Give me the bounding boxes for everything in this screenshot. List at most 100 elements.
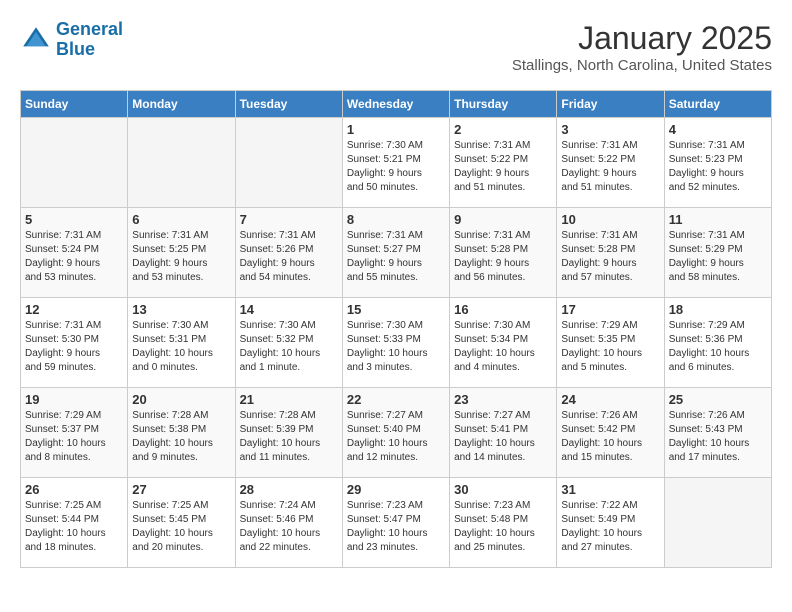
calendar-cell: 25 Sunrise: 7:26 AM Sunset: 5:43 PM Dayli… (664, 388, 771, 478)
day-info: Sunrise: 7:30 AM Sunset: 5:33 PM Dayligh… (347, 319, 445, 375)
day-number: 13 (132, 302, 230, 317)
month-title: January 2025 (512, 20, 772, 57)
day-number: 17 (561, 302, 659, 317)
day-number: 19 (25, 392, 123, 407)
day-info: Sunrise: 7:31 AM Sunset: 5:23 PM Dayligh… (669, 139, 767, 195)
col-header-friday: Friday (557, 91, 664, 118)
col-header-tuesday: Tuesday (235, 91, 342, 118)
day-number: 29 (347, 482, 445, 497)
day-number: 6 (132, 212, 230, 227)
day-number: 11 (669, 212, 767, 227)
calendar-cell: 7 Sunrise: 7:31 AM Sunset: 5:26 PM Daylig… (235, 208, 342, 298)
week-row-1: 1 Sunrise: 7:30 AM Sunset: 5:21 PM Daylig… (21, 118, 772, 208)
page-header: General Blue January 2025 Stallings, Nor… (20, 20, 772, 74)
day-info: Sunrise: 7:31 AM Sunset: 5:22 PM Dayligh… (561, 139, 659, 195)
calendar-cell: 4Sunrise: 7:31 AM Sunset: 5:23 PM Daylig… (664, 118, 771, 208)
day-info: Sunrise: 7:26 AM Sunset: 5:42 PM Dayligh… (561, 409, 659, 465)
day-number: 14 (240, 302, 338, 317)
day-info: Sunrise: 7:31 AM Sunset: 5:26 PM Dayligh… (240, 229, 338, 285)
calendar-cell (235, 118, 342, 208)
calendar-cell: 30 Sunrise: 7:23 AM Sunset: 5:48 PM Dayli… (450, 478, 557, 568)
col-header-thursday: Thursday (450, 91, 557, 118)
day-info: Sunrise: 7:25 AM Sunset: 5:44 PM Dayligh… (25, 499, 123, 555)
day-number: 16 (454, 302, 552, 317)
day-info: Sunrise: 7:29 AM Sunset: 5:35 PM Dayligh… (561, 319, 659, 375)
calendar-cell: 12Sunrise: 7:31 AM Sunset: 5:30 PM Dayli… (21, 298, 128, 388)
col-header-sunday: Sunday (21, 91, 128, 118)
day-number: 12 (25, 302, 123, 317)
day-number: 9 (454, 212, 552, 227)
day-info: Sunrise: 7:31 AM Sunset: 5:28 PM Dayligh… (561, 229, 659, 285)
day-info: Sunrise: 7:24 AM Sunset: 5:46 PM Dayligh… (240, 499, 338, 555)
calendar-cell: 13Sunrise: 7:30 AM Sunset: 5:31 PM Dayli… (128, 298, 235, 388)
day-info: Sunrise: 7:28 AM Sunset: 5:38 PM Dayligh… (132, 409, 230, 465)
day-info: Sunrise: 7:31 AM Sunset: 5:27 PM Dayligh… (347, 229, 445, 285)
day-number: 3 (561, 122, 659, 137)
day-number: 26 (25, 482, 123, 497)
day-number: 7 (240, 212, 338, 227)
calendar-cell: 11 Sunrise: 7:31 AM Sunset: 5:29 PM Dayli… (664, 208, 771, 298)
calendar-cell: 24 Sunrise: 7:26 AM Sunset: 5:42 PM Dayli… (557, 388, 664, 478)
calendar-cell: 20 Sunrise: 7:28 AM Sunset: 5:38 PM Dayli… (128, 388, 235, 478)
calendar-cell (128, 118, 235, 208)
day-info: Sunrise: 7:30 AM Sunset: 5:34 PM Dayligh… (454, 319, 552, 375)
day-number: 21 (240, 392, 338, 407)
day-info: Sunrise: 7:29 AM Sunset: 5:36 PM Dayligh… (669, 319, 767, 375)
col-header-monday: Monday (128, 91, 235, 118)
day-info: Sunrise: 7:23 AM Sunset: 5:48 PM Dayligh… (454, 499, 552, 555)
day-info: Sunrise: 7:30 AM Sunset: 5:32 PM Dayligh… (240, 319, 338, 375)
day-number: 20 (132, 392, 230, 407)
day-info: Sunrise: 7:23 AM Sunset: 5:47 PM Dayligh… (347, 499, 445, 555)
col-header-wednesday: Wednesday (342, 91, 449, 118)
calendar-cell: 2Sunrise: 7:31 AM Sunset: 5:22 PM Daylig… (450, 118, 557, 208)
week-row-5: 26 Sunrise: 7:25 AM Sunset: 5:44 PM Dayli… (21, 478, 772, 568)
day-info: Sunrise: 7:31 AM Sunset: 5:25 PM Dayligh… (132, 229, 230, 285)
logo-text: General Blue (56, 20, 123, 60)
calendar-cell: 8 Sunrise: 7:31 AM Sunset: 5:27 PM Daylig… (342, 208, 449, 298)
calendar-cell: 17 Sunrise: 7:29 AM Sunset: 5:35 PM Dayli… (557, 298, 664, 388)
day-info: Sunrise: 7:27 AM Sunset: 5:40 PM Dayligh… (347, 409, 445, 465)
day-number: 30 (454, 482, 552, 497)
day-info: Sunrise: 7:29 AM Sunset: 5:37 PM Dayligh… (25, 409, 123, 465)
day-info: Sunrise: 7:31 AM Sunset: 5:24 PM Dayligh… (25, 229, 123, 285)
day-number: 18 (669, 302, 767, 317)
calendar-cell: 22Sunrise: 7:27 AM Sunset: 5:40 PM Dayli… (342, 388, 449, 478)
calendar-cell: 9 Sunrise: 7:31 AM Sunset: 5:28 PM Daylig… (450, 208, 557, 298)
day-number: 25 (669, 392, 767, 407)
day-info: Sunrise: 7:31 AM Sunset: 5:28 PM Dayligh… (454, 229, 552, 285)
calendar-cell: 27 Sunrise: 7:25 AM Sunset: 5:45 PM Dayli… (128, 478, 235, 568)
day-number: 1 (347, 122, 445, 137)
day-info: Sunrise: 7:28 AM Sunset: 5:39 PM Dayligh… (240, 409, 338, 465)
day-number: 24 (561, 392, 659, 407)
calendar-cell: 14 Sunrise: 7:30 AM Sunset: 5:32 PM Dayli… (235, 298, 342, 388)
day-info: Sunrise: 7:26 AM Sunset: 5:43 PM Dayligh… (669, 409, 767, 465)
week-row-4: 19 Sunrise: 7:29 AM Sunset: 5:37 PM Dayli… (21, 388, 772, 478)
day-number: 27 (132, 482, 230, 497)
day-number: 28 (240, 482, 338, 497)
calendar-cell: 29 Sunrise: 7:23 AM Sunset: 5:47 PM Dayli… (342, 478, 449, 568)
calendar-cell: 18 Sunrise: 7:29 AM Sunset: 5:36 PM Dayli… (664, 298, 771, 388)
calendar-cell: 6 Sunrise: 7:31 AM Sunset: 5:25 PM Daylig… (128, 208, 235, 298)
week-row-2: 5Sunrise: 7:31 AM Sunset: 5:24 PM Daylig… (21, 208, 772, 298)
calendar-cell: 1 Sunrise: 7:30 AM Sunset: 5:21 PM Daylig… (342, 118, 449, 208)
calendar-cell: 28 Sunrise: 7:24 AM Sunset: 5:46 PM Dayli… (235, 478, 342, 568)
calendar-cell: 15 Sunrise: 7:30 AM Sunset: 5:33 PM Dayli… (342, 298, 449, 388)
calendar-cell: 31Sunrise: 7:22 AM Sunset: 5:49 PM Dayli… (557, 478, 664, 568)
day-info: Sunrise: 7:25 AM Sunset: 5:45 PM Dayligh… (132, 499, 230, 555)
day-info: Sunrise: 7:30 AM Sunset: 5:21 PM Dayligh… (347, 139, 445, 195)
day-number: 31 (561, 482, 659, 497)
title-block: January 2025 Stallings, North Carolina, … (512, 20, 772, 74)
calendar-cell: 19 Sunrise: 7:29 AM Sunset: 5:37 PM Dayli… (21, 388, 128, 478)
day-info: Sunrise: 7:31 AM Sunset: 5:22 PM Dayligh… (454, 139, 552, 195)
day-info: Sunrise: 7:31 AM Sunset: 5:29 PM Dayligh… (669, 229, 767, 285)
calendar-cell: 5Sunrise: 7:31 AM Sunset: 5:24 PM Daylig… (21, 208, 128, 298)
header-row: SundayMondayTuesdayWednesdayThursdayFrid… (21, 91, 772, 118)
day-number: 15 (347, 302, 445, 317)
logo-icon (20, 24, 52, 56)
day-number: 10 (561, 212, 659, 227)
calendar-cell: 10 Sunrise: 7:31 AM Sunset: 5:28 PM Dayli… (557, 208, 664, 298)
calendar-cell: 23Sunrise: 7:27 AM Sunset: 5:41 PM Dayli… (450, 388, 557, 478)
week-row-3: 12Sunrise: 7:31 AM Sunset: 5:30 PM Dayli… (21, 298, 772, 388)
day-number: 8 (347, 212, 445, 227)
col-header-saturday: Saturday (664, 91, 771, 118)
